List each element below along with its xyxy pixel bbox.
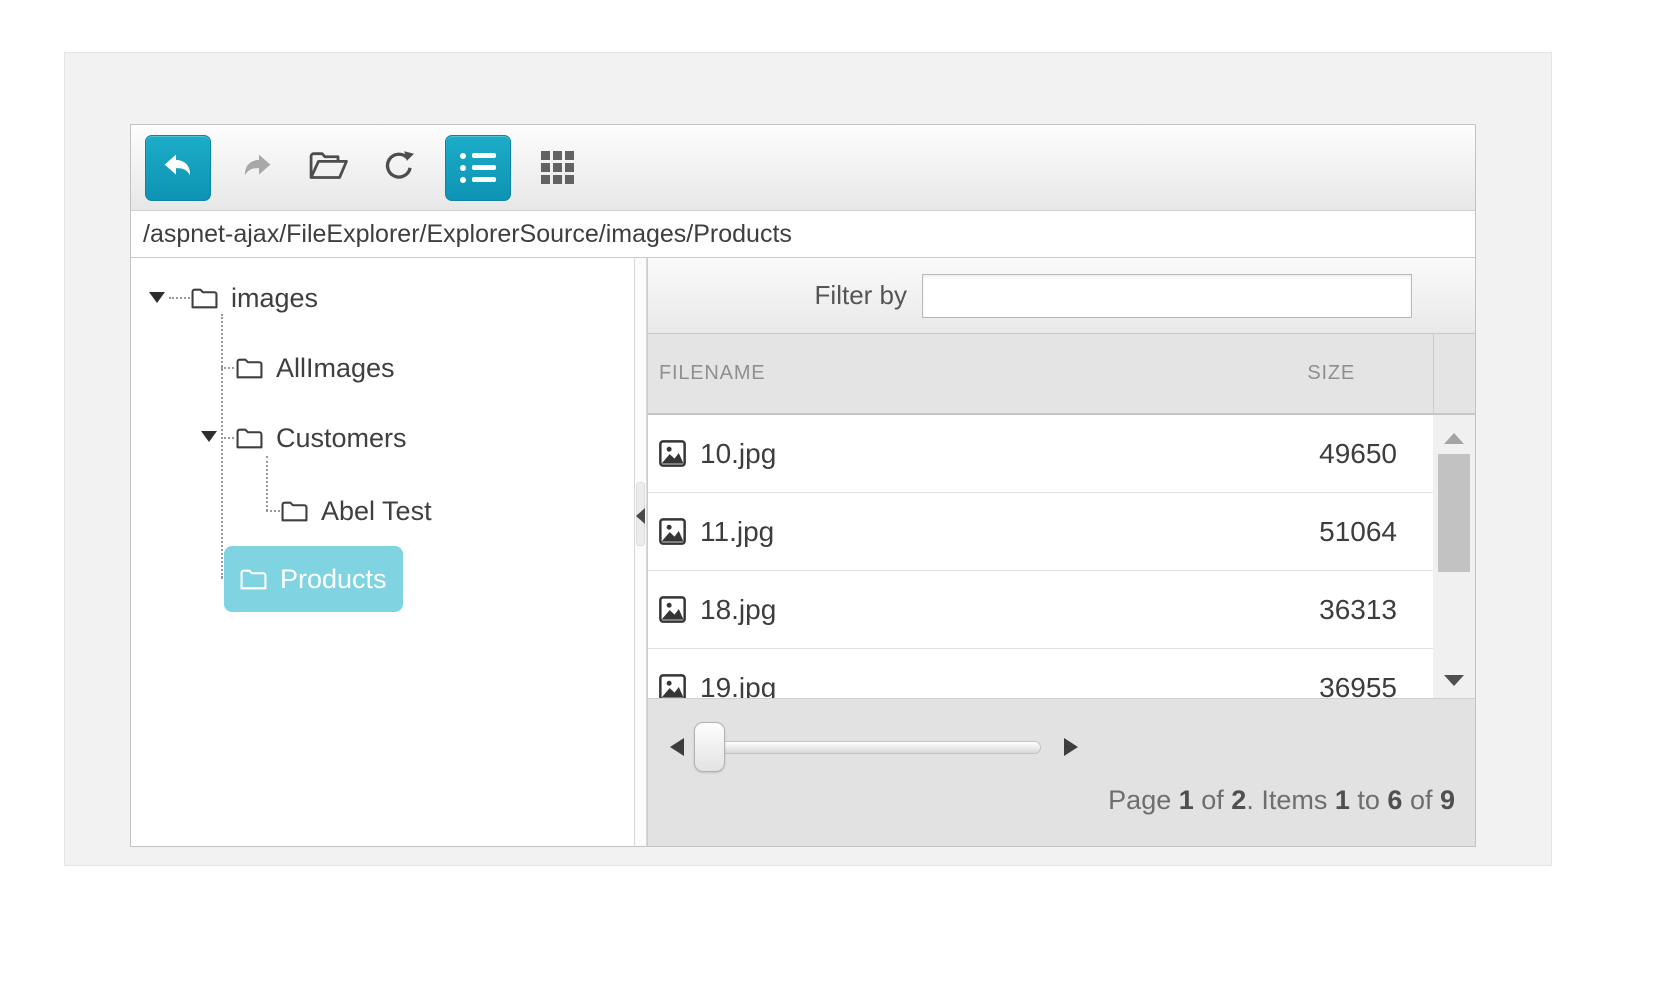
pager-slider-track[interactable] bbox=[696, 741, 1041, 754]
pager-current-page: 1 bbox=[1179, 785, 1194, 815]
vertical-scrollbar[interactable] bbox=[1433, 415, 1475, 698]
pager-item-from: 1 bbox=[1335, 785, 1350, 815]
file-size: 36313 bbox=[1319, 594, 1433, 626]
file-size: 36955 bbox=[1319, 672, 1433, 699]
splitter-bar[interactable] bbox=[634, 258, 647, 846]
pager-prev-icon[interactable] bbox=[670, 738, 684, 756]
open-folder-icon bbox=[308, 148, 348, 187]
forward-icon bbox=[239, 150, 275, 185]
forward-button[interactable] bbox=[232, 138, 282, 198]
folder-icon bbox=[236, 357, 263, 380]
file-name: 19.jpg bbox=[700, 672, 776, 699]
tree-connector bbox=[221, 314, 223, 578]
toolbar bbox=[131, 125, 1475, 211]
file-size: 49650 bbox=[1319, 438, 1433, 470]
grid-header: FILENAME SIZE bbox=[648, 334, 1475, 415]
folder-icon bbox=[281, 500, 308, 523]
file-name: 10.jpg bbox=[700, 438, 776, 470]
pager-total-items: 9 bbox=[1440, 785, 1455, 815]
image-file-icon bbox=[659, 596, 686, 623]
grid-view-icon bbox=[541, 151, 574, 184]
file-explorer: /aspnet-ajax/FileExplorer/ExplorerSource… bbox=[130, 124, 1476, 847]
tree-node-label: images bbox=[231, 283, 318, 314]
address-bar[interactable]: /aspnet-ajax/FileExplorer/ExplorerSource… bbox=[131, 211, 1475, 258]
table-row[interactable]: 18.jpg 36313 bbox=[648, 571, 1433, 649]
filter-input[interactable] bbox=[922, 274, 1412, 318]
tree-connector bbox=[169, 297, 190, 299]
tree-node-label: Abel Test bbox=[321, 496, 432, 527]
refresh-button[interactable] bbox=[374, 138, 424, 198]
back-button[interactable] bbox=[145, 135, 211, 201]
grid-view-button[interactable] bbox=[532, 138, 582, 198]
file-size: 51064 bbox=[1319, 516, 1433, 548]
table-row[interactable]: 10.jpg 49650 bbox=[648, 415, 1433, 493]
refresh-icon bbox=[379, 148, 419, 187]
pager-slider-thumb[interactable] bbox=[694, 722, 725, 772]
scroll-up-icon[interactable] bbox=[1444, 433, 1464, 444]
grid-body: 10.jpg 49650 11.jpg 51064 bbox=[648, 415, 1475, 698]
pager-text: Page bbox=[1108, 785, 1179, 815]
filter-label: Filter by bbox=[815, 280, 907, 311]
column-header-filename[interactable]: FILENAME bbox=[648, 362, 1307, 385]
grid-rows: 10.jpg 49650 11.jpg 51064 bbox=[648, 415, 1433, 698]
pager-text: of bbox=[1194, 785, 1232, 815]
address-path: /aspnet-ajax/FileExplorer/ExplorerSource… bbox=[143, 220, 792, 249]
file-name: 18.jpg bbox=[700, 594, 776, 626]
tree-node-images[interactable]: images bbox=[191, 270, 318, 326]
filter-bar: Filter by bbox=[648, 258, 1475, 334]
tree-node-abel-test[interactable]: Abel Test bbox=[281, 483, 432, 539]
splitter-collapse-icon[interactable] bbox=[636, 508, 645, 524]
list-view-icon bbox=[460, 153, 496, 183]
file-name: 11.jpg bbox=[700, 516, 774, 548]
content-area: images AllImages Customers Abel Test bbox=[131, 258, 1475, 846]
tree-node-allimages[interactable]: AllImages bbox=[236, 340, 395, 396]
image-file-icon bbox=[659, 518, 686, 545]
column-header-size[interactable]: SIZE bbox=[1307, 362, 1433, 385]
tree-connector bbox=[266, 510, 280, 512]
file-grid-panel: Filter by FILENAME SIZE 10.jpg 49 bbox=[647, 258, 1475, 846]
folder-icon bbox=[236, 427, 263, 450]
tree-node-label: Customers bbox=[276, 423, 407, 454]
tree-node-products-selected[interactable]: Products bbox=[224, 546, 403, 612]
vertical-scrollbar-thumb[interactable] bbox=[1438, 454, 1470, 572]
list-view-button[interactable] bbox=[445, 135, 511, 201]
folder-tree: images AllImages Customers Abel Test bbox=[131, 258, 634, 846]
pager-total-pages: 2 bbox=[1231, 785, 1246, 815]
collapse-toggle-images[interactable] bbox=[149, 292, 165, 303]
image-file-icon bbox=[659, 440, 686, 467]
header-scrollbar-spacer bbox=[1433, 334, 1475, 413]
image-file-icon bbox=[659, 674, 686, 698]
tree-connector bbox=[221, 437, 234, 439]
collapse-toggle-customers[interactable] bbox=[201, 431, 217, 442]
scroll-down-icon[interactable] bbox=[1444, 675, 1464, 686]
pager-item-to: 6 bbox=[1387, 785, 1402, 815]
back-icon bbox=[160, 150, 196, 185]
open-folder-button[interactable] bbox=[303, 138, 353, 198]
table-row[interactable]: 19.jpg 36955 bbox=[648, 649, 1433, 698]
pager-next-icon[interactable] bbox=[1064, 738, 1078, 756]
folder-icon bbox=[191, 287, 218, 310]
tree-node-label: AllImages bbox=[276, 353, 395, 384]
folder-icon bbox=[240, 568, 267, 591]
tree-connector bbox=[221, 367, 234, 369]
pager-text: . Items bbox=[1246, 785, 1335, 815]
pager: Page 1 of 2. Items 1 to 6 of 9 bbox=[648, 698, 1475, 846]
pager-text: of bbox=[1402, 785, 1440, 815]
tree-node-customers[interactable]: Customers bbox=[236, 410, 407, 466]
table-row[interactable]: 11.jpg 51064 bbox=[648, 493, 1433, 571]
pager-status: Page 1 of 2. Items 1 to 6 of 9 bbox=[1108, 785, 1455, 816]
tree-node-label: Products bbox=[280, 564, 387, 595]
pager-text: to bbox=[1350, 785, 1388, 815]
